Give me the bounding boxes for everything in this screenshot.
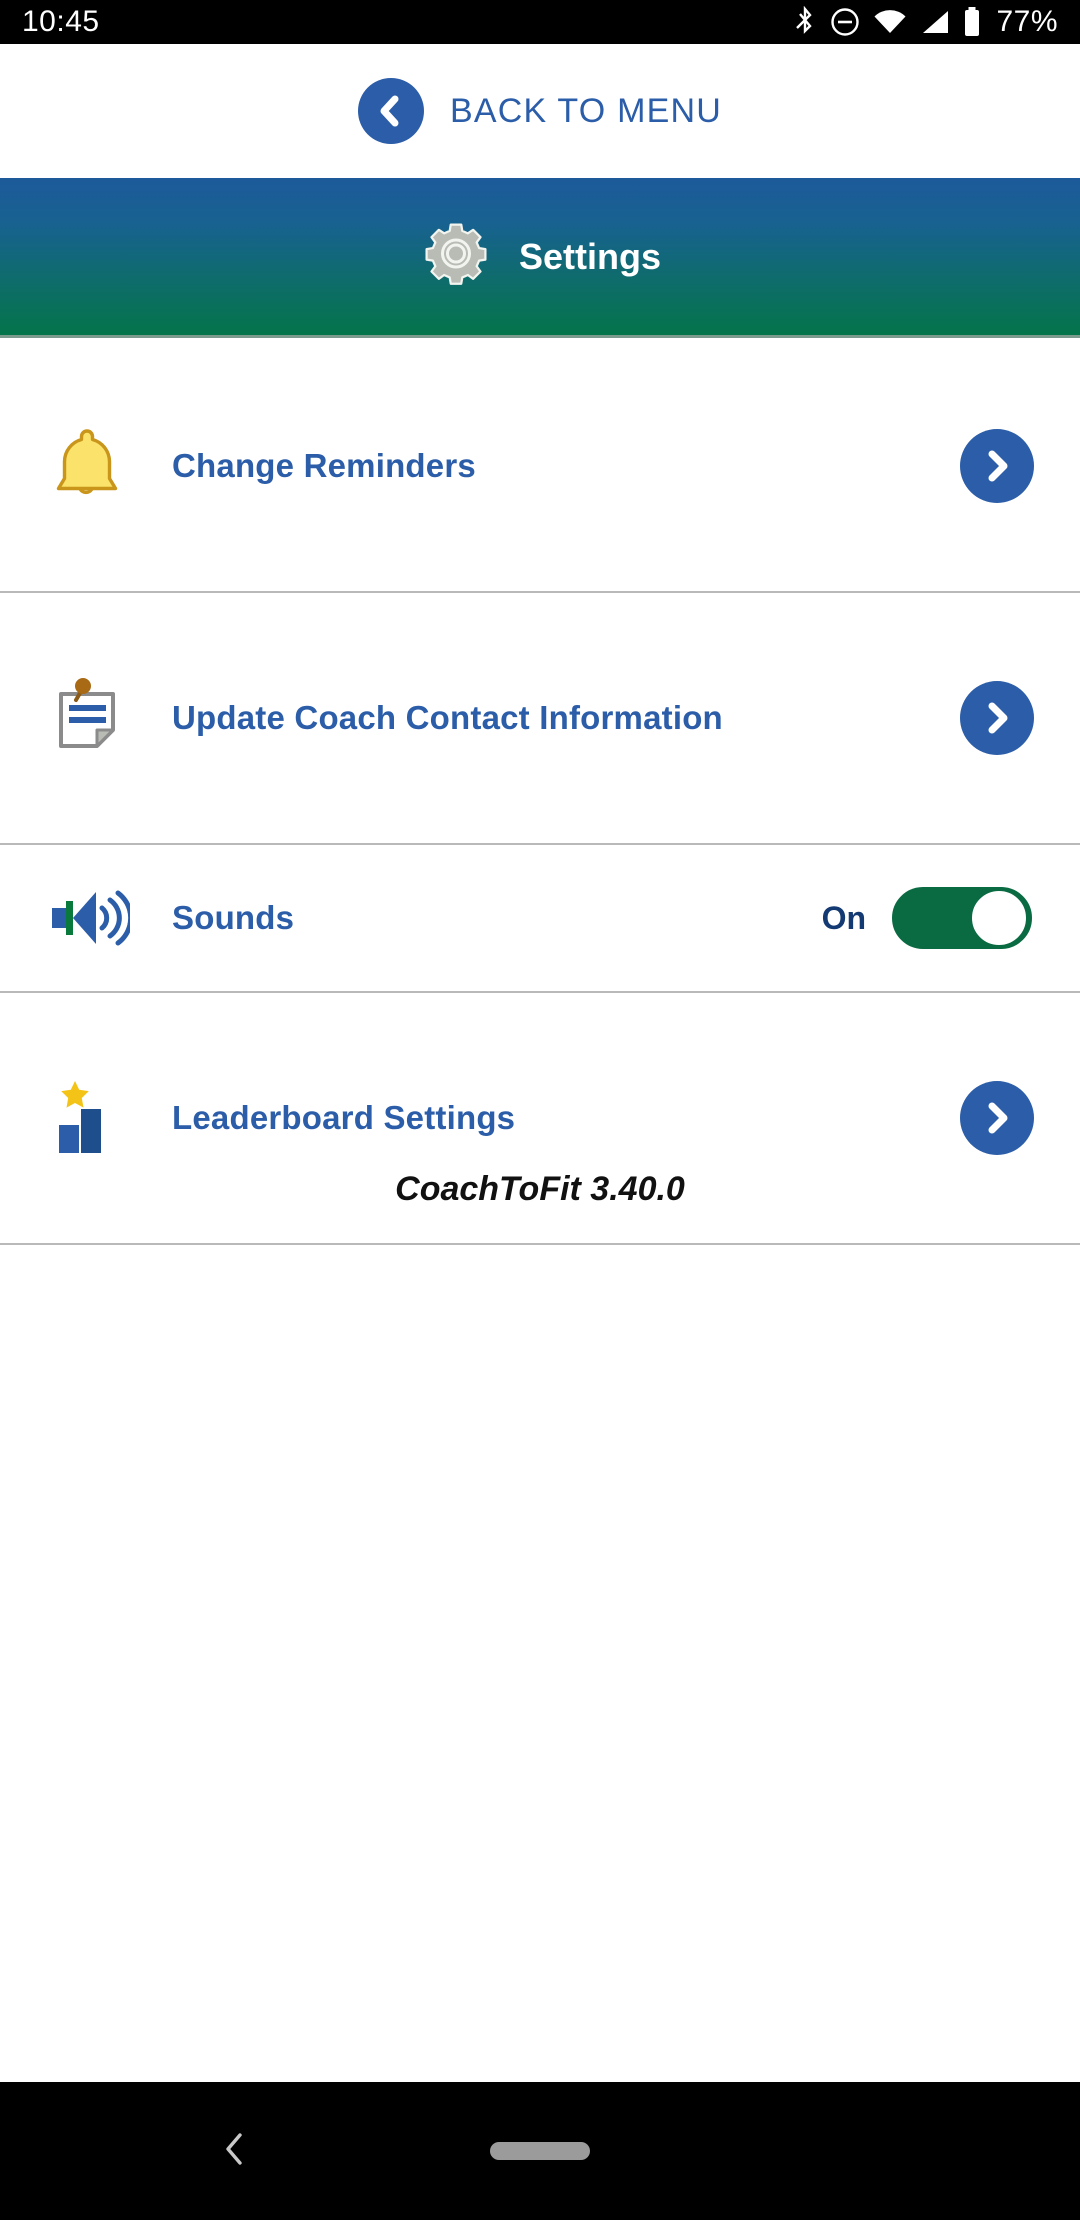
chevron-left-icon[interactable] xyxy=(358,78,424,144)
toggle-state-label: On xyxy=(821,899,866,936)
gear-icon xyxy=(419,217,493,296)
back-to-menu-button[interactable]: BACK TO MENU xyxy=(0,44,1080,178)
settings-row-label: Leaderboard Settings xyxy=(172,1099,516,1136)
settings-row-label: Sounds xyxy=(172,899,295,936)
settings-list: Change Reminders Update Coach Contact In… xyxy=(0,341,1080,1245)
settings-row-sounds[interactable]: Sounds On xyxy=(0,845,1080,993)
settings-row-update-coach-contact-information[interactable]: Update Coach Contact Information xyxy=(0,593,1080,845)
nav-back-icon[interactable] xyxy=(220,2129,250,2174)
app-version: CoachToFit 3.40.0 xyxy=(395,1170,685,1208)
settings-row-label: Change Reminders xyxy=(172,447,476,484)
battery-icon xyxy=(965,7,980,36)
bell-icon xyxy=(28,425,146,507)
system-nav-bar xyxy=(0,2082,1080,2220)
settings-row-change-reminders[interactable]: Change Reminders xyxy=(0,341,1080,593)
do-not-disturb-icon xyxy=(831,8,860,36)
page-header: Settings xyxy=(0,178,1080,338)
chevron-right-icon[interactable] xyxy=(960,681,1034,755)
speaker-icon xyxy=(28,882,146,954)
bluetooth-icon xyxy=(796,6,813,34)
nav-home-pill[interactable] xyxy=(490,2142,590,2160)
phone-screen: 10:45 77% BACK TO MENU Settings Change R… xyxy=(0,0,1080,2220)
cellular-signal-icon xyxy=(923,11,949,33)
chevron-right-icon[interactable] xyxy=(960,429,1034,503)
page-title: Settings xyxy=(518,235,661,277)
toggle-knob[interactable] xyxy=(968,887,1030,949)
leaderboard-icon xyxy=(28,1075,146,1161)
battery-percent: 77% xyxy=(996,5,1058,38)
back-to-menu-label: BACK TO MENU xyxy=(450,91,722,130)
settings-row-label: Update Coach Contact Information xyxy=(172,699,723,736)
wifi-icon xyxy=(874,10,906,33)
sounds-toggle-group[interactable]: On xyxy=(822,887,1032,949)
status-bar: 10:45 77% xyxy=(0,0,1080,44)
status-time: 10:45 xyxy=(22,5,100,38)
status-icons: 77% xyxy=(793,5,1058,39)
sounds-toggle[interactable] xyxy=(892,887,1032,949)
note-pin-icon xyxy=(28,676,146,760)
chevron-right-icon[interactable] xyxy=(960,1081,1034,1155)
